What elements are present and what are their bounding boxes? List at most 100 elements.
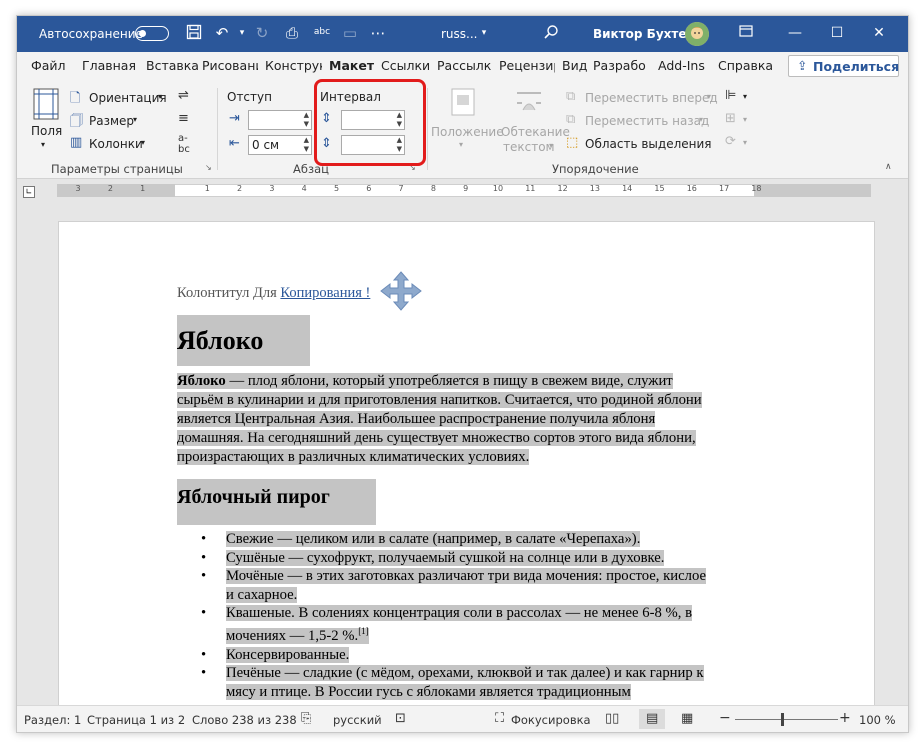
footnote-ref[interactable]: [1] [358, 627, 369, 637]
tab-draw[interactable]: Рисовани [202, 58, 258, 73]
orientation-dropdown-icon[interactable]: ▾ [158, 92, 162, 101]
columns-button[interactable]: Колонки [89, 137, 143, 151]
spin-arrows-icon[interactable]: ▲ ▼ [304, 136, 309, 154]
header-link[interactable]: Копирования ! [280, 285, 370, 301]
ruler-label: 16 [686, 184, 697, 193]
tab-help[interactable]: Справка [718, 58, 773, 73]
align-dropdown-icon[interactable]: ▾ [743, 92, 747, 101]
doc-name-dropdown-icon[interactable]: ▾ [475, 24, 493, 42]
tab-developer[interactable]: Разрабо [593, 58, 647, 73]
tab-home[interactable]: Главная [82, 58, 136, 73]
toolbar-more-icon[interactable]: ⋯ [369, 24, 387, 42]
tab-layout[interactable]: Макет [329, 58, 374, 73]
document-area: Колонтитул Для Копирования ! Яблоко Ябло… [17, 201, 908, 705]
zoom-slider[interactable] [735, 719, 838, 720]
ruler-label: 1 [204, 184, 210, 193]
rotate-icon[interactable]: ⟳ [725, 134, 736, 149]
tab-design[interactable]: Конструк [265, 58, 322, 73]
zoom-slider-thumb[interactable] [781, 713, 784, 726]
tab-review[interactable]: Рецензир [499, 58, 555, 73]
share-button[interactable]: ⇪ Поделиться [788, 55, 899, 77]
layout-icon[interactable]: ▭ [341, 24, 359, 42]
wrap-text-label-2[interactable]: текстом [503, 140, 555, 154]
group-icon[interactable]: ⊞ [725, 111, 736, 126]
indent-left-icon: ⇥ [229, 111, 240, 126]
align-icon[interactable]: ⊫ [725, 88, 736, 103]
bring-forward-icon: ⧉ [566, 89, 576, 104]
minimize-button[interactable]: — [775, 20, 815, 46]
maximize-button[interactable]: ☐ [817, 20, 857, 46]
send-backward-button[interactable]: Переместить назад [585, 114, 709, 128]
proofing-icon[interactable]: ⎘ [301, 711, 311, 726]
focus-icon[interactable]: ⛶ [495, 711, 504, 726]
close-button[interactable]: ✕ [859, 20, 899, 46]
columns-dropdown-icon[interactable]: ▾ [141, 138, 145, 147]
user-avatar[interactable] [685, 22, 709, 46]
redo-icon[interactable]: ↻ [253, 24, 271, 42]
size-button[interactable]: Размер [89, 114, 134, 128]
heading-1: Яблоко [177, 315, 310, 366]
wrap-text-label-1[interactable]: Обтекание [501, 125, 570, 139]
accessibility-icon[interactable]: ⊡ [395, 711, 406, 726]
breaks-icon[interactable]: ⇌ [178, 88, 189, 103]
touch-mode-icon[interactable]: ⎙ [283, 24, 301, 42]
send-backward-icon: ⧉ [566, 112, 576, 127]
heading-2: Яблочный пирог [177, 479, 376, 525]
orientation-button[interactable]: Ориентация [89, 91, 167, 105]
web-layout-icon[interactable]: ▦ [681, 711, 693, 726]
tab-selector-icon[interactable]: ∟ [23, 186, 35, 198]
bring-forward-button[interactable]: Переместить вперед [585, 91, 718, 105]
save-icon[interactable] [185, 24, 203, 42]
page-header[interactable]: Колонтитул Для Копирования ! [177, 271, 424, 316]
status-language[interactable]: русский [333, 713, 382, 727]
ruler-label: 1 [140, 184, 146, 193]
hyphenation-icon[interactable]: a-bc [178, 133, 190, 155]
status-words[interactable]: Слово 238 из 238 [192, 713, 297, 727]
wrap-dropdown-icon[interactable]: ▾ [549, 141, 553, 150]
ruler-label: 14 [622, 184, 633, 193]
spelling-icon[interactable]: abc [313, 23, 331, 41]
status-section[interactable]: Раздел: 1 [24, 713, 81, 727]
ruler-right-margin [754, 184, 871, 197]
tab-file[interactable]: Файл [31, 58, 66, 73]
spin-arrows-icon[interactable]: ▲ ▼ [304, 111, 309, 129]
position-button[interactable]: Положение [431, 125, 504, 139]
move-handle-icon[interactable] [378, 271, 424, 316]
zoom-out-icon[interactable]: − [719, 710, 731, 726]
list-item: Печёные — сладкие (с мёдом, орехами, клю… [177, 664, 817, 701]
search-icon[interactable] [542, 24, 560, 42]
document-page[interactable]: Колонтитул Для Копирования ! Яблоко Ябло… [58, 221, 875, 705]
status-bar: Раздел: 1 Страница 1 из 2 Слово 238 из 2… [17, 705, 908, 732]
rotate-dropdown-icon[interactable]: ▾ [743, 138, 747, 147]
read-mode-icon[interactable]: ▯▯ [605, 711, 619, 726]
collapse-ribbon-icon[interactable]: ∧ [885, 162, 892, 172]
indent-right-input[interactable]: 0 см ▲ ▼ [248, 135, 312, 155]
group-dropdown-icon[interactable]: ▾ [743, 115, 747, 124]
autosave-toggle[interactable] [135, 26, 169, 41]
selection-pane-button[interactable]: Область выделения [585, 137, 712, 151]
tab-insert[interactable]: Вставка [146, 58, 199, 73]
size-dropdown-icon[interactable]: ▾ [133, 115, 137, 124]
word-window: Автосохранение ↶ ▾ ↻ ⎙ abc ▭ ⋯ russ... ▾… [16, 15, 909, 733]
status-zoom[interactable]: 100 % [859, 713, 896, 727]
indent-left-input[interactable]: ▲ ▼ [248, 110, 312, 130]
ribbon-display-icon[interactable] [737, 24, 755, 42]
tab-view[interactable]: Вид [562, 58, 587, 73]
send-backward-dropdown-icon[interactable]: ▾ [699, 115, 703, 124]
ruler-label: 12 [557, 184, 568, 193]
undo-dropdown-icon[interactable]: ▾ [233, 24, 251, 42]
status-page[interactable]: Страница 1 из 2 [87, 713, 185, 727]
line-numbers-icon[interactable]: ≡ [178, 111, 189, 126]
margins-dropdown-icon: ▾ [41, 140, 46, 149]
bring-forward-dropdown-icon[interactable]: ▾ [707, 92, 711, 101]
tab-addins[interactable]: Add-Ins [658, 58, 705, 73]
position-dropdown-icon[interactable]: ▾ [459, 140, 463, 149]
page-setup-launcher-icon[interactable]: ↘ [205, 163, 212, 172]
zoom-in-icon[interactable]: + [839, 710, 851, 726]
tab-references[interactable]: Ссылки [381, 58, 430, 73]
ruler-label: 11 [525, 184, 536, 193]
tab-mailings[interactable]: Рассылки [437, 58, 491, 73]
undo-icon[interactable]: ↶ [213, 24, 231, 42]
document-name[interactable]: russ... [441, 27, 478, 41]
status-focus[interactable]: Фокусировка [511, 713, 591, 727]
